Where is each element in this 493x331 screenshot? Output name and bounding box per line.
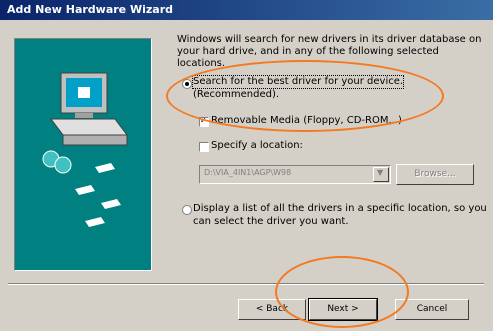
chevron-down-icon: ▼: [377, 168, 384, 177]
search-best-label-2: (Recommended).: [193, 89, 280, 100]
wizard-window: Add New Hardware Wizard Windows will sea…: [0, 0, 493, 331]
removable-media-label[interactable]: Removable Media (Floppy, CD-ROM...): [211, 115, 402, 127]
title-bar[interactable]: Add New Hardware Wizard: [0, 0, 493, 20]
display-list-label-2: can select the driver you want.: [193, 216, 349, 227]
back-button[interactable]: < Back: [238, 299, 306, 320]
search-best-radio[interactable]: [182, 79, 192, 89]
window-title: Add New Hardware Wizard: [7, 3, 174, 16]
wizard-description: Windows will search for new drivers in i…: [177, 34, 482, 69]
location-value: D:\VIA_4IN1\AGP\W98: [204, 168, 292, 177]
specify-location-checkbox[interactable]: [199, 142, 209, 152]
display-list-radio[interactable]: [182, 205, 192, 215]
browse-button[interactable]: Browse...: [396, 164, 474, 185]
cancel-button[interactable]: Cancel: [395, 299, 469, 320]
next-button[interactable]: Next >: [308, 298, 378, 321]
removable-media-checkbox[interactable]: ✓: [199, 116, 209, 127]
specify-location-label[interactable]: Specify a location:: [211, 140, 303, 152]
wizard-illustration: [14, 38, 152, 271]
location-combobox[interactable]: D:\VIA_4IN1\AGP\W98 ▼: [199, 165, 391, 184]
checkmark-icon: ✓: [200, 116, 207, 125]
separator: [8, 283, 484, 285]
display-list-label-1[interactable]: Display a list of all the drivers in a s…: [193, 203, 487, 215]
search-best-label-1[interactable]: Search for the best driver for your devi…: [191, 75, 405, 89]
computer-illustration-icon: [42, 72, 128, 227]
combo-dropdown-button[interactable]: ▼: [373, 167, 389, 182]
